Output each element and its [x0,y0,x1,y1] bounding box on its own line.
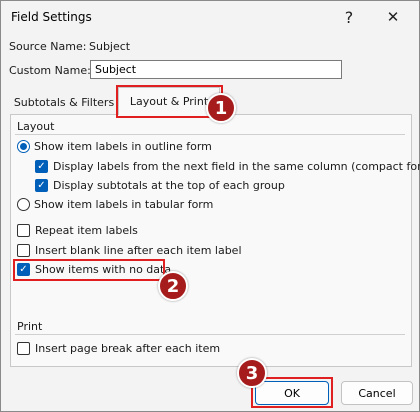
repeat-labels-option[interactable]: Repeat item labels [17,224,138,237]
compact-form-label: Display labels from the next field in th… [53,160,420,173]
window-title: Field Settings [11,10,92,24]
close-icon[interactable]: ✕ [375,5,411,29]
no-data-highlight-box [13,259,165,281]
subtotals-top-checkbox[interactable]: ✓ [35,179,48,192]
tabular-form-label: Show item labels in tabular form [34,198,214,211]
source-name-value: Subject [89,40,131,53]
repeat-labels-label: Repeat item labels [35,224,138,237]
cancel-button[interactable]: Cancel [341,381,413,405]
print-divider [15,334,405,335]
compact-form-checkbox[interactable]: ✓ [35,160,48,173]
outline-form-label: Show item labels in outline form [34,140,212,153]
outline-form-radio[interactable] [17,140,30,153]
layout-heading: Layout [17,120,55,133]
step-1-badge: 1 [206,93,236,123]
blank-line-option[interactable]: Insert blank line after each item label [17,244,242,257]
custom-name-input[interactable] [90,60,342,79]
outline-form-option[interactable]: Show item labels in outline form [17,140,212,153]
custom-name-label: Custom Name: [9,64,91,77]
print-heading: Print [17,320,43,333]
subtotals-top-option[interactable]: ✓ Display subtotals at the top of each g… [35,179,285,192]
repeat-labels-checkbox[interactable] [17,224,30,237]
page-break-checkbox[interactable] [17,342,30,355]
tabular-form-radio[interactable] [17,198,30,211]
page-break-label: Insert page break after each item [35,342,221,355]
field-settings-dialog: Field Settings ? ✕ Source Name: Subject … [0,0,420,412]
subtotals-top-label: Display subtotals at the top of each gro… [53,179,285,192]
title-bar: Field Settings ? ✕ [1,1,419,34]
blank-line-checkbox[interactable] [17,244,30,257]
layout-divider [15,134,405,135]
compact-form-option[interactable]: ✓ Display labels from the next field in … [35,160,420,173]
tab-subtotals-filters[interactable]: Subtotals & Filters [10,91,118,113]
source-name-label: Source Name: [9,40,87,53]
step-3-badge: 3 [237,358,267,388]
page-break-option[interactable]: Insert page break after each item [17,342,220,355]
step-2-badge: 2 [158,271,188,301]
help-button[interactable]: ? [331,5,367,29]
tabular-form-option[interactable]: Show item labels in tabular form [17,198,213,211]
blank-line-label: Insert blank line after each item label [35,244,242,257]
